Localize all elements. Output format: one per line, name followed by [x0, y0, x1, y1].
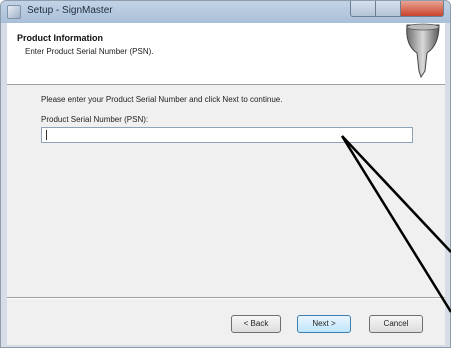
cancel-button[interactable]: Cancel [369, 315, 423, 333]
next-button[interactable]: Next > [297, 315, 351, 333]
title-bar[interactable]: Setup - SignMaster [1, 1, 450, 23]
serial-number-label: Product Serial Number (PSN): [41, 115, 149, 124]
footer-divider [7, 297, 445, 299]
wizard-client-area: Product Information Enter Product Serial… [7, 23, 445, 345]
instructions-text: Please enter your Product Serial Number … [41, 95, 283, 104]
caption-buttons [350, 1, 444, 19]
page-subtitle: Enter Product Serial Number (PSN). [25, 47, 154, 56]
setup-window: Setup - SignMaster Product Information E… [0, 0, 451, 348]
app-icon[interactable] [7, 5, 21, 19]
text-caret [46, 130, 47, 140]
window-title: Setup - SignMaster [27, 5, 113, 16]
signmaster-logo-icon [406, 23, 440, 79]
maximize-button[interactable] [376, 1, 401, 17]
back-button[interactable]: < Back [231, 315, 281, 333]
close-button[interactable] [401, 1, 444, 17]
page-title: Product Information [17, 33, 103, 43]
minimize-button[interactable] [350, 1, 376, 17]
serial-number-input[interactable] [41, 127, 413, 143]
wizard-header: Product Information Enter Product Serial… [7, 23, 445, 85]
